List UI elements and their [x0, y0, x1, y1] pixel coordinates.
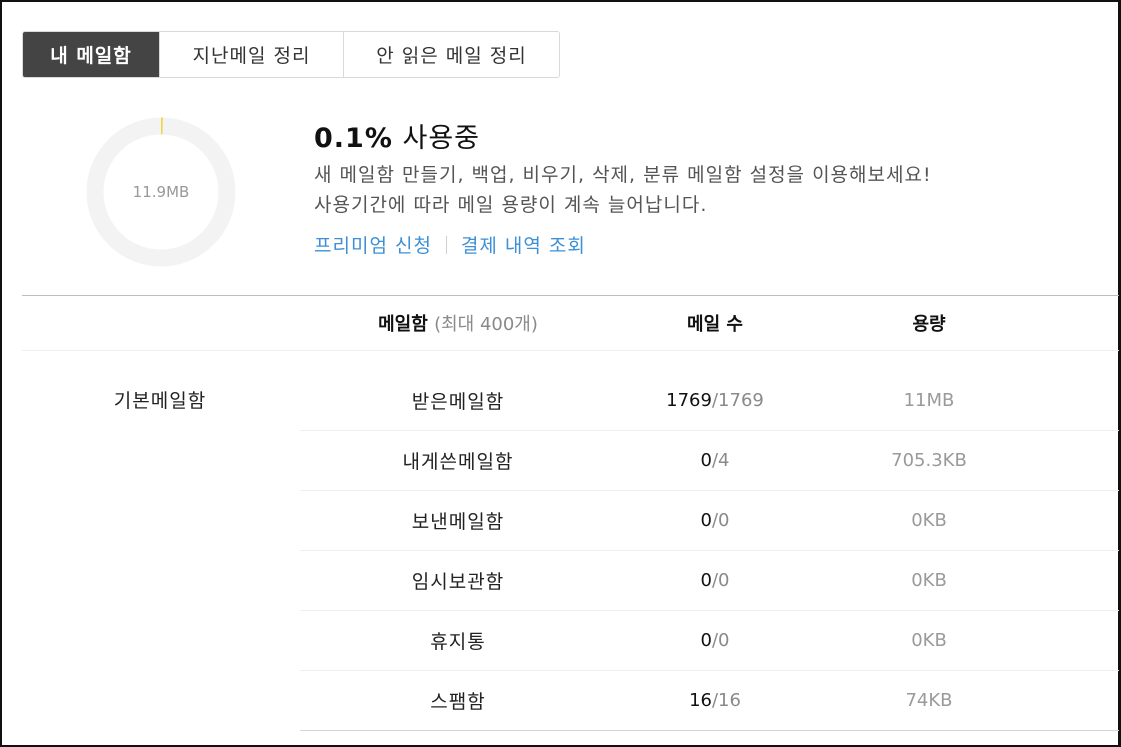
- payment-history-link[interactable]: 결제 내역 조회: [461, 231, 586, 258]
- usage-status: 사용중: [402, 123, 481, 154]
- total-count: /4: [711, 450, 730, 471]
- mail-count: 0/0: [616, 570, 814, 591]
- link-divider: [445, 235, 447, 254]
- total-count: /1769: [711, 390, 764, 411]
- header-mailbox-label: 메일함: [378, 314, 428, 335]
- header-mailbox-note: (최대 400개): [434, 314, 538, 335]
- mail-count: 16/16: [616, 690, 814, 711]
- unread-count: 0: [700, 450, 712, 471]
- mailbox-size: 705.3KB: [891, 450, 967, 471]
- usage-total-size: 11.9MB: [132, 183, 190, 201]
- table-row[interactable]: 받은메일함 1769/1769 11MB: [300, 371, 1119, 431]
- usage-title: 0.1% 사용중: [314, 116, 480, 155]
- unread-count: 0: [700, 570, 712, 591]
- mail-count: 0/4: [616, 450, 814, 471]
- mailbox-name[interactable]: 내게쓴메일함: [300, 447, 616, 474]
- mailbox-name[interactable]: 받은메일함: [300, 387, 616, 414]
- premium-apply-link[interactable]: 프리미엄 신청: [314, 231, 432, 258]
- mailbox-tabs: 내 메일함 지난메일 정리 안 읽은 메일 정리: [22, 31, 560, 78]
- total-count: /0: [711, 510, 730, 531]
- unread-count: 0: [700, 630, 712, 651]
- mailbox-size: 11MB: [903, 390, 955, 411]
- total-count: /16: [711, 690, 741, 711]
- usage-description-line2: 사용기간에 따라 메일 용량이 계속 늘어납니다.: [314, 194, 708, 216]
- usage-percent: 0.1%: [314, 123, 393, 154]
- mailbox-table: 받은메일함 1769/1769 11MB 내게쓴메일함 0/4 705.3KB …: [300, 371, 1119, 731]
- usage-links: 프리미엄 신청 결제 내역 조회: [314, 231, 586, 258]
- table-row[interactable]: 휴지통 0/0 0KB: [300, 611, 1119, 671]
- mailbox-size: 74KB: [905, 690, 953, 711]
- mailbox-name[interactable]: 휴지통: [300, 627, 616, 654]
- header-size: 용량: [912, 314, 946, 335]
- total-count: /0: [711, 570, 730, 591]
- mail-count: 0/0: [616, 510, 814, 531]
- tab-unread-mail-cleanup[interactable]: 안 읽은 메일 정리: [343, 32, 559, 77]
- header-mail-count: 메일 수: [687, 314, 743, 335]
- table-row[interactable]: 내게쓴메일함 0/4 705.3KB: [300, 431, 1119, 491]
- table-top-divider: [22, 295, 1119, 296]
- mailbox-name[interactable]: 스팸함: [300, 687, 616, 714]
- unread-count: 16: [689, 690, 712, 711]
- table-row[interactable]: 스팸함 16/16 74KB: [300, 671, 1119, 731]
- tab-old-mail-cleanup[interactable]: 지난메일 정리: [159, 32, 343, 77]
- unread-count: 0: [700, 510, 712, 531]
- table-row[interactable]: 보낸메일함 0/0 0KB: [300, 491, 1119, 551]
- mailbox-size: 0KB: [911, 630, 947, 651]
- group-label-default-mailboxes: 기본메일함: [113, 390, 207, 412]
- mailbox-size: 0KB: [911, 510, 947, 531]
- mailbox-name[interactable]: 임시보관함: [300, 567, 616, 594]
- tab-my-mailbox[interactable]: 내 메일함: [23, 32, 159, 77]
- mailbox-size: 0KB: [911, 570, 947, 591]
- header-mailbox: 메일함 (최대 400개): [300, 310, 616, 336]
- mailbox-name[interactable]: 보낸메일함: [300, 507, 616, 534]
- total-count: /0: [711, 630, 730, 651]
- table-row[interactable]: 임시보관함 0/0 0KB: [300, 551, 1119, 611]
- mail-count: 0/0: [616, 630, 814, 651]
- mail-count: 1769/1769: [616, 390, 814, 411]
- unread-count: 1769: [666, 390, 712, 411]
- table-header-divider: [22, 350, 1119, 351]
- usage-description-line1: 새 메일함 만들기, 백업, 비우기, 삭제, 분류 메일함 설정을 이용해보세…: [314, 164, 932, 186]
